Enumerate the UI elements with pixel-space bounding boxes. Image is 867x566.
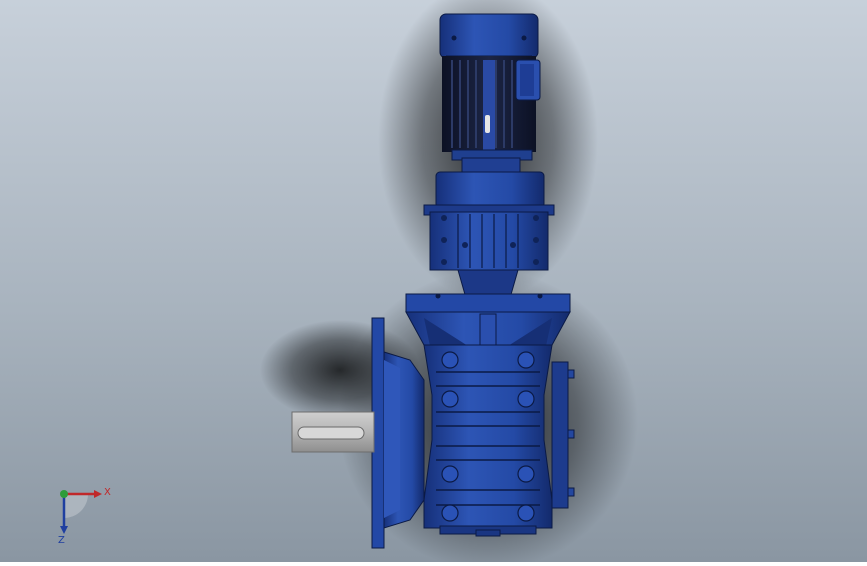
coordinate-triad: X Z <box>44 480 124 550</box>
z-axis-label: Z <box>58 535 65 546</box>
motor[interactable] <box>439 13 541 175</box>
y-axis <box>60 490 68 498</box>
gear-motor-model[interactable] <box>0 0 867 566</box>
triad-graphic <box>60 490 102 534</box>
output-shaft[interactable] <box>291 411 375 453</box>
x-axis-label: X <box>104 487 111 498</box>
cad-viewport[interactable]: X Z <box>0 0 867 566</box>
